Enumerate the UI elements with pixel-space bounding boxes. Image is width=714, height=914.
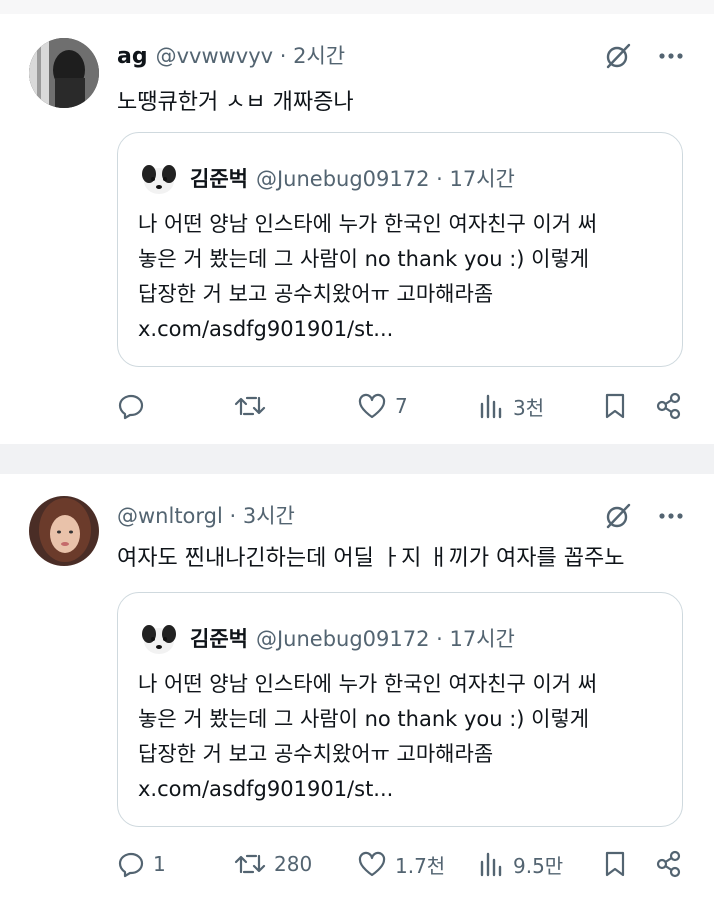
views-count: 3천 <box>513 395 545 420</box>
like-icon <box>357 392 387 420</box>
retweet-button[interactable] <box>234 392 274 420</box>
bookmark-icon <box>603 850 627 878</box>
author-handle[interactable]: @vvwwvyv · 2시간 <box>156 40 346 70</box>
retweet-icon <box>234 392 266 420</box>
grok-icon[interactable] <box>604 502 632 530</box>
quoted-avatar[interactable] <box>138 617 180 659</box>
tweet-text: 노땡큐한거 ㅅㅂ 개짜증나 <box>117 90 354 115</box>
reply-button[interactable]: 1 <box>117 850 166 878</box>
bookmark-button[interactable] <box>603 850 627 878</box>
views-count: 9.5만 <box>513 853 564 878</box>
author-name[interactable]: ag <box>117 44 148 69</box>
quoted-author-handle[interactable]: @Junebug09172 · 17시간 <box>256 623 515 653</box>
quoted-text: 나 어떤 양남 인스타에 누가 한국인 여자친구 이거 써 놓은 거 봤는데 그… <box>138 672 598 801</box>
action-bar: 7 3천 <box>117 386 687 426</box>
quoted-author-handle[interactable]: @Junebug09172 · 17시간 <box>256 163 515 193</box>
like-count: 7 <box>395 394 408 418</box>
reply-icon <box>117 850 145 878</box>
like-count: 1.7천 <box>395 853 446 878</box>
action-bar: 1 280 1.7천 9.5만 <box>117 844 687 884</box>
divider <box>0 444 714 474</box>
views-button[interactable]: 9.5만 <box>479 850 563 879</box>
grok-icon[interactable] <box>604 42 632 70</box>
retweet-count: 280 <box>274 852 313 876</box>
share-button[interactable] <box>655 850 683 878</box>
like-button[interactable]: 1.7천 <box>357 850 445 879</box>
bookmark-icon <box>603 392 627 420</box>
retweet-icon <box>234 850 266 878</box>
quoted-author-name[interactable]: 김준벅 <box>190 163 248 193</box>
reply-icon <box>117 392 145 420</box>
bookmark-button[interactable] <box>603 392 627 420</box>
views-icon <box>479 850 505 878</box>
tweet[interactable]: ag @vvwwvyv · 2시간 노땡큐한거 ㅅㅂ 개짜증나 김준벅 @Jun… <box>0 14 714 444</box>
share-icon <box>655 392 683 420</box>
quoted-author-name[interactable]: 김준벅 <box>190 623 248 653</box>
tweet[interactable]: @wnltorgl · 3시간 여자도 찐내나긴하는데 어딜 ㅏ지 ㅐ끼가 여자… <box>0 474 714 914</box>
share-icon <box>655 850 683 878</box>
avatar[interactable] <box>29 496 99 566</box>
author-handle[interactable]: @wnltorgl · 3시간 <box>117 500 295 530</box>
retweet-button[interactable]: 280 <box>234 850 312 878</box>
views-button[interactable]: 3천 <box>479 392 544 421</box>
reply-count: 1 <box>153 852 166 876</box>
like-icon <box>357 850 387 878</box>
quoted-text: 나 어떤 양남 인스타에 누가 한국인 여자친구 이거 써 놓은 거 봤는데 그… <box>138 212 598 341</box>
more-icon[interactable] <box>658 512 684 520</box>
reply-button[interactable] <box>117 392 153 420</box>
quoted-tweet[interactable]: 김준벅 @Junebug09172 · 17시간 나 어떤 양남 인스타에 누가… <box>117 592 683 827</box>
quoted-tweet[interactable]: 김준벅 @Junebug09172 · 17시간 나 어떤 양남 인스타에 누가… <box>117 132 683 367</box>
avatar[interactable] <box>29 38 99 108</box>
views-icon <box>479 392 505 420</box>
quoted-avatar[interactable] <box>138 157 180 199</box>
share-button[interactable] <box>655 392 683 420</box>
more-icon[interactable] <box>658 52 684 60</box>
tweet-text: 여자도 찐내나긴하는데 어딜 ㅏ지 ㅐ끼가 여자를 꼽주노 <box>117 546 625 571</box>
like-button[interactable]: 7 <box>357 392 408 420</box>
